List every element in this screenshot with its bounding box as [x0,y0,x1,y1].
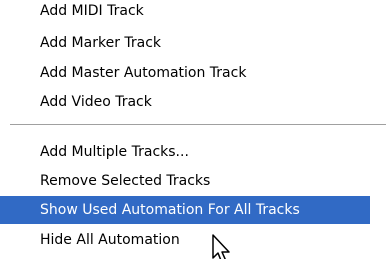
menu-item-hide-all-automation[interactable]: Hide All Automation [0,226,370,254]
menu-item-show-used-automation[interactable]: Show Used Automation For All Tracks [0,196,370,224]
menu-item-add-master-automation-track[interactable]: Add Master Automation Track [0,59,370,87]
menu-item-remove-selected-tracks[interactable]: Remove Selected Tracks [0,167,370,195]
arrow-pointer-icon [212,234,230,259]
menu-separator [10,124,386,126]
menu-item-add-midi-track[interactable]: Add MIDI Track [0,0,370,25]
track-context-menu: Add MIDI Track Add Marker Track Add Mast… [0,0,387,259]
menu-item-add-marker-track[interactable]: Add Marker Track [0,29,370,57]
menu-item-add-multiple-tracks[interactable]: Add Multiple Tracks... [0,138,370,166]
menu-item-add-video-track[interactable]: Add Video Track [0,88,370,116]
